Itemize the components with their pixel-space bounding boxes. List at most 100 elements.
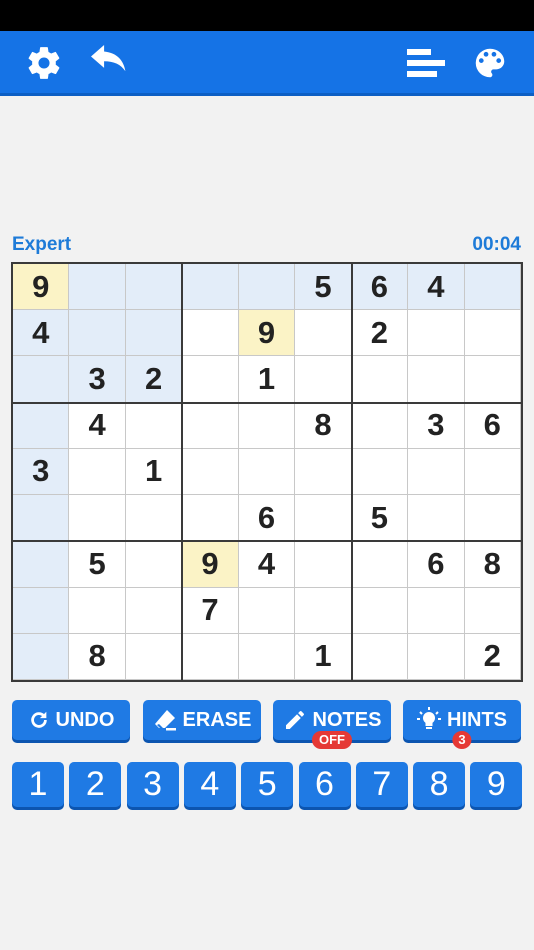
number-button-3[interactable]: 3 <box>126 762 179 807</box>
sudoku-cell[interactable] <box>295 495 352 542</box>
number-button-4[interactable]: 4 <box>183 762 236 807</box>
sudoku-cell[interactable]: 4 <box>238 541 296 588</box>
sudoku-cell[interactable]: 4 <box>408 264 465 311</box>
sudoku-cell[interactable]: 4 <box>69 402 126 449</box>
undo-arrow-icon[interactable] <box>88 43 130 83</box>
sudoku-cell[interactable]: 6 <box>238 495 296 542</box>
number-button-7[interactable]: 7 <box>355 762 408 807</box>
sudoku-board: 956449232148363165594687812 <box>11 262 523 682</box>
sudoku-cell[interactable]: 7 <box>182 587 239 634</box>
sudoku-cell[interactable] <box>182 633 239 680</box>
sudoku-cell[interactable] <box>182 495 239 542</box>
sudoku-cell[interactable] <box>351 541 409 588</box>
sudoku-cell[interactable]: 1 <box>238 356 296 403</box>
number-button-5[interactable]: 5 <box>241 762 294 807</box>
sudoku-cell[interactable] <box>464 448 521 496</box>
sudoku-cell[interactable] <box>125 264 183 311</box>
sudoku-cell[interactable] <box>69 495 126 542</box>
sudoku-cell[interactable] <box>238 264 296 311</box>
sudoku-cell[interactable]: 5 <box>69 541 126 588</box>
sudoku-cell[interactable] <box>464 264 521 311</box>
sudoku-cell[interactable] <box>408 495 465 542</box>
difficulty-label: Expert <box>12 234 72 255</box>
sudoku-cell[interactable]: 3 <box>13 448 70 496</box>
sudoku-cell[interactable] <box>125 402 183 449</box>
sudoku-cell[interactable]: 5 <box>295 264 352 311</box>
sudoku-cell[interactable] <box>295 587 352 634</box>
sudoku-cell[interactable]: 9 <box>13 264 70 311</box>
sudoku-cell[interactable] <box>351 587 409 634</box>
sudoku-cell[interactable] <box>464 310 521 357</box>
sudoku-cell[interactable] <box>238 448 296 496</box>
sudoku-cell[interactable] <box>125 633 183 680</box>
sudoku-cell[interactable] <box>351 402 409 449</box>
sudoku-cell[interactable]: 2 <box>464 633 521 680</box>
palette-icon[interactable] <box>469 43 511 83</box>
sudoku-cell[interactable] <box>69 448 126 496</box>
sudoku-cell[interactable] <box>125 541 183 588</box>
sudoku-cell[interactable] <box>13 495 70 542</box>
sudoku-cell[interactable]: 6 <box>464 402 521 449</box>
sudoku-cell[interactable]: 8 <box>69 633 126 680</box>
sudoku-cell[interactable] <box>182 264 239 311</box>
sudoku-cell[interactable]: 5 <box>351 495 409 542</box>
sudoku-cell[interactable]: 8 <box>295 402 352 449</box>
sudoku-cell[interactable] <box>13 587 70 634</box>
sudoku-cell[interactable]: 6 <box>408 541 465 588</box>
sudoku-cell[interactable] <box>125 310 183 357</box>
number-button-1[interactable]: 1 <box>12 762 64 807</box>
sudoku-cell[interactable] <box>13 402 70 449</box>
number-button-6[interactable]: 6 <box>298 762 351 807</box>
sudoku-cell[interactable] <box>295 448 352 496</box>
sudoku-cell[interactable] <box>13 633 70 680</box>
number-button-9[interactable]: 9 <box>470 762 523 807</box>
sudoku-cell[interactable] <box>238 587 296 634</box>
notes-button[interactable]: NOTES OFF <box>273 700 391 749</box>
gear-icon[interactable] <box>23 43 65 83</box>
erase-button[interactable]: ERASE <box>143 700 261 740</box>
sudoku-cell[interactable] <box>408 310 465 357</box>
sudoku-cell[interactable]: 9 <box>238 310 296 357</box>
sudoku-cell[interactable] <box>182 448 239 496</box>
sudoku-cell[interactable] <box>125 495 183 542</box>
stats-bars-icon[interactable] <box>405 43 447 83</box>
sudoku-cell[interactable] <box>351 448 409 496</box>
sudoku-cell[interactable] <box>182 310 239 357</box>
sudoku-cell[interactable]: 2 <box>125 356 183 403</box>
sudoku-cell[interactable] <box>464 356 521 403</box>
sudoku-cell[interactable] <box>351 356 409 403</box>
sudoku-cell[interactable]: 4 <box>13 310 70 357</box>
sudoku-cell[interactable] <box>13 541 70 588</box>
sudoku-cell[interactable] <box>295 541 352 588</box>
sudoku-cell[interactable]: 6 <box>351 264 409 311</box>
sudoku-cell[interactable]: 8 <box>464 541 521 588</box>
sudoku-cell[interactable] <box>464 495 521 542</box>
sudoku-cell[interactable] <box>125 587 183 634</box>
sudoku-cell[interactable] <box>182 356 239 403</box>
sudoku-cell[interactable]: 2 <box>351 310 409 357</box>
sudoku-cell[interactable] <box>69 587 126 634</box>
number-button-2[interactable]: 2 <box>69 762 122 807</box>
hints-button[interactable]: HINTS 3 <box>403 700 521 749</box>
sudoku-cell[interactable] <box>408 356 465 403</box>
undo-button[interactable]: UNDO <box>12 700 130 740</box>
sudoku-cell[interactable]: 1 <box>295 633 352 680</box>
sudoku-cell[interactable] <box>295 356 352 403</box>
sudoku-cell[interactable]: 1 <box>125 448 183 496</box>
sudoku-cell[interactable] <box>69 310 126 357</box>
sudoku-cell[interactable] <box>69 264 126 311</box>
sudoku-cell[interactable] <box>238 633 296 680</box>
sudoku-cell[interactable] <box>408 633 465 680</box>
sudoku-cell[interactable] <box>351 633 409 680</box>
sudoku-cell[interactable] <box>182 402 239 449</box>
sudoku-cell[interactable]: 9 <box>182 541 239 588</box>
sudoku-cell[interactable] <box>238 402 296 449</box>
sudoku-cell[interactable] <box>408 587 465 634</box>
number-button-8[interactable]: 8 <box>413 762 466 807</box>
sudoku-cell[interactable] <box>464 587 521 634</box>
sudoku-cell[interactable] <box>408 448 465 496</box>
sudoku-cell[interactable] <box>13 356 70 403</box>
sudoku-cell[interactable] <box>295 310 352 357</box>
sudoku-cell[interactable]: 3 <box>408 402 465 449</box>
sudoku-cell[interactable]: 3 <box>69 356 126 403</box>
